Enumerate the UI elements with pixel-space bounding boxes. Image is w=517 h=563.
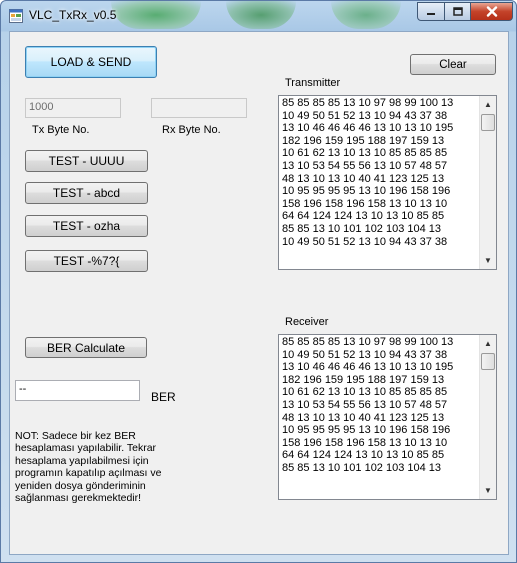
close-button[interactable] <box>470 2 513 21</box>
ber-note: NOT: Sadece bir kez BER hesaplaması yapı… <box>15 430 162 505</box>
test-uuuu-button[interactable]: TEST - UUUU <box>25 150 148 172</box>
test-abcd-button[interactable]: TEST - abcd <box>25 182 148 204</box>
app-window: VLC_TxRx_v0.5 LOAD & SEND Clear Transmit… <box>0 0 517 563</box>
test-symbols-button[interactable]: TEST -%7?{ <box>25 250 148 272</box>
test-ozha-button[interactable]: TEST - ozha <box>25 215 148 237</box>
title-bar-glow <box>331 1 401 29</box>
app-form-icon <box>9 9 23 23</box>
maximize-icon <box>452 7 463 16</box>
receiver-scrollbar[interactable]: ▲ ▼ <box>479 335 496 499</box>
receiver-textbox[interactable]: 85 85 85 85 13 10 97 98 99 100 13 10 49 … <box>278 334 497 500</box>
receiver-label: Receiver <box>285 316 329 328</box>
clear-button[interactable]: Clear <box>410 54 496 75</box>
tx-byte-no-label: Tx Byte No. <box>32 124 90 136</box>
transmitter-scrollbar[interactable]: ▲ ▼ <box>479 96 496 269</box>
transmitter-textbox[interactable]: 85 85 85 85 13 10 97 98 99 100 13 10 49 … <box>278 95 497 270</box>
load-send-button[interactable]: LOAD & SEND <box>25 46 157 78</box>
scroll-thumb[interactable] <box>481 353 495 370</box>
rx-byte-no-label: Rx Byte No. <box>162 124 221 136</box>
transmitter-text: 85 85 85 85 13 10 97 98 99 100 13 10 49 … <box>282 97 454 248</box>
scroll-thumb[interactable] <box>481 114 495 131</box>
client-area: LOAD & SEND Clear Transmitter 1000 Tx By… <box>9 31 509 555</box>
scroll-up-icon[interactable]: ▲ <box>480 96 496 113</box>
minimize-button[interactable] <box>417 2 445 21</box>
title-bar-glow <box>111 1 201 29</box>
minimize-icon <box>427 12 435 15</box>
maximize-button[interactable] <box>444 2 471 21</box>
scroll-up-icon[interactable]: ▲ <box>480 335 496 352</box>
close-icon <box>486 6 497 17</box>
window-title: VLC_TxRx_v0.5 <box>29 8 117 22</box>
ber-label: BER <box>151 390 176 404</box>
title-bar-glow <box>226 1 296 29</box>
scroll-down-icon[interactable]: ▼ <box>480 252 496 269</box>
title-bar[interactable]: VLC_TxRx_v0.5 <box>1 1 516 31</box>
scroll-down-icon[interactable]: ▼ <box>480 482 496 499</box>
ber-result-field[interactable]: -- <box>15 380 140 401</box>
transmitter-label: Transmitter <box>285 77 341 89</box>
receiver-text: 85 85 85 85 13 10 97 98 99 100 13 10 49 … <box>282 336 454 474</box>
tx-byte-count-field[interactable]: 1000 <box>25 98 121 118</box>
ber-calculate-button[interactable]: BER Calculate <box>25 337 147 358</box>
rx-byte-count-field[interactable] <box>151 98 247 118</box>
